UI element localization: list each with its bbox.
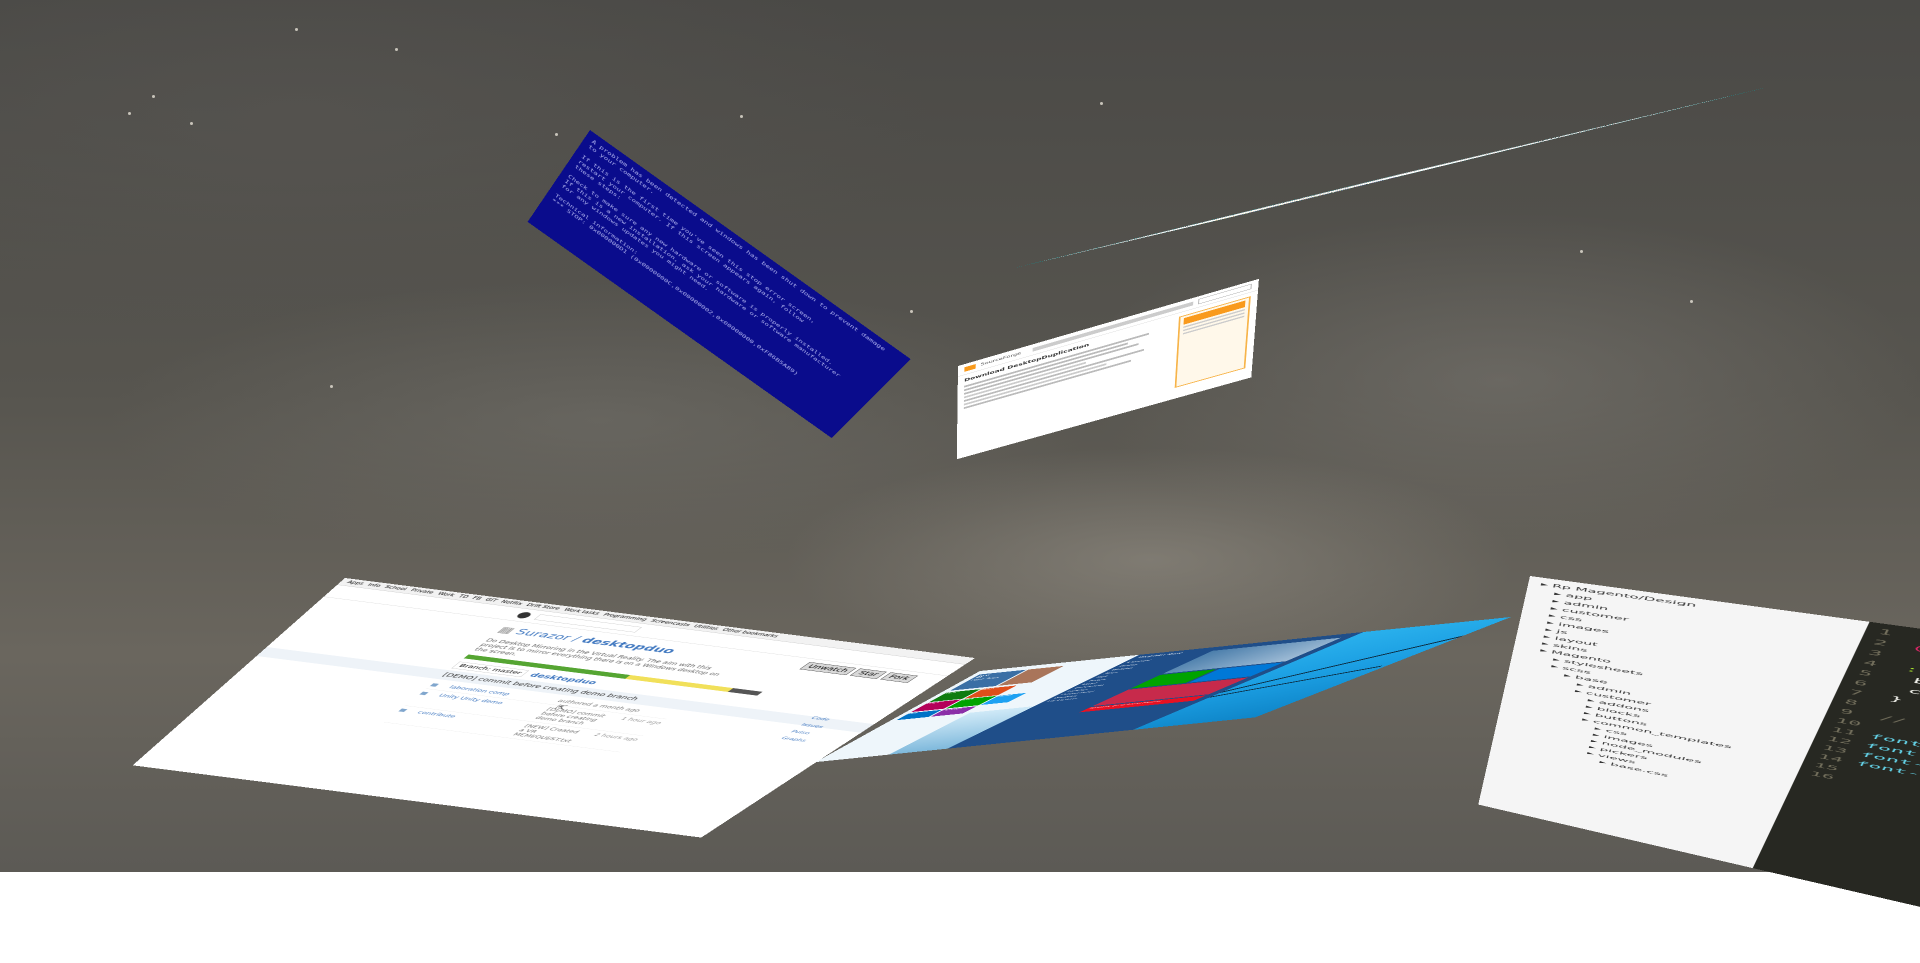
sourceforge-logo-icon xyxy=(964,364,975,372)
commit-time: 2 hours ago xyxy=(581,732,641,750)
commit-message: [NEW] Created a VR MEMEQUEST.txt xyxy=(511,723,586,743)
code-text: } xyxy=(1888,695,1905,704)
bookmark-item[interactable]: GIT xyxy=(483,598,498,603)
star xyxy=(910,310,913,313)
commit-time: 1 hour ago xyxy=(607,716,664,734)
star xyxy=(295,28,298,31)
bookmark-item[interactable]: TD xyxy=(457,594,470,599)
code-editor-window[interactable]: ▸ Rp Magento/Design ▸ app ▸ admin ▸ custome… xyxy=(1478,576,1920,963)
star xyxy=(1690,300,1693,303)
star xyxy=(1100,102,1103,105)
github-logo-icon[interactable] xyxy=(515,612,534,619)
bookmark-item[interactable]: FB xyxy=(470,596,483,601)
bookmark-item[interactable]: Work xyxy=(436,592,456,598)
star xyxy=(152,95,155,98)
star xyxy=(395,48,398,51)
folder-icon: ■ xyxy=(387,708,410,722)
bookmark-item[interactable]: Apps xyxy=(345,580,365,586)
bookmark-item[interactable]: Info xyxy=(366,583,382,588)
folder-icon: ■ xyxy=(407,691,430,705)
star xyxy=(190,122,193,125)
star xyxy=(555,133,558,136)
star xyxy=(740,115,743,118)
folder-icon: ■ xyxy=(429,682,441,687)
star xyxy=(1580,250,1583,253)
commit-time xyxy=(669,713,675,717)
star xyxy=(128,112,131,115)
download-sidebar[interactable] xyxy=(1175,296,1251,388)
star xyxy=(330,385,333,388)
